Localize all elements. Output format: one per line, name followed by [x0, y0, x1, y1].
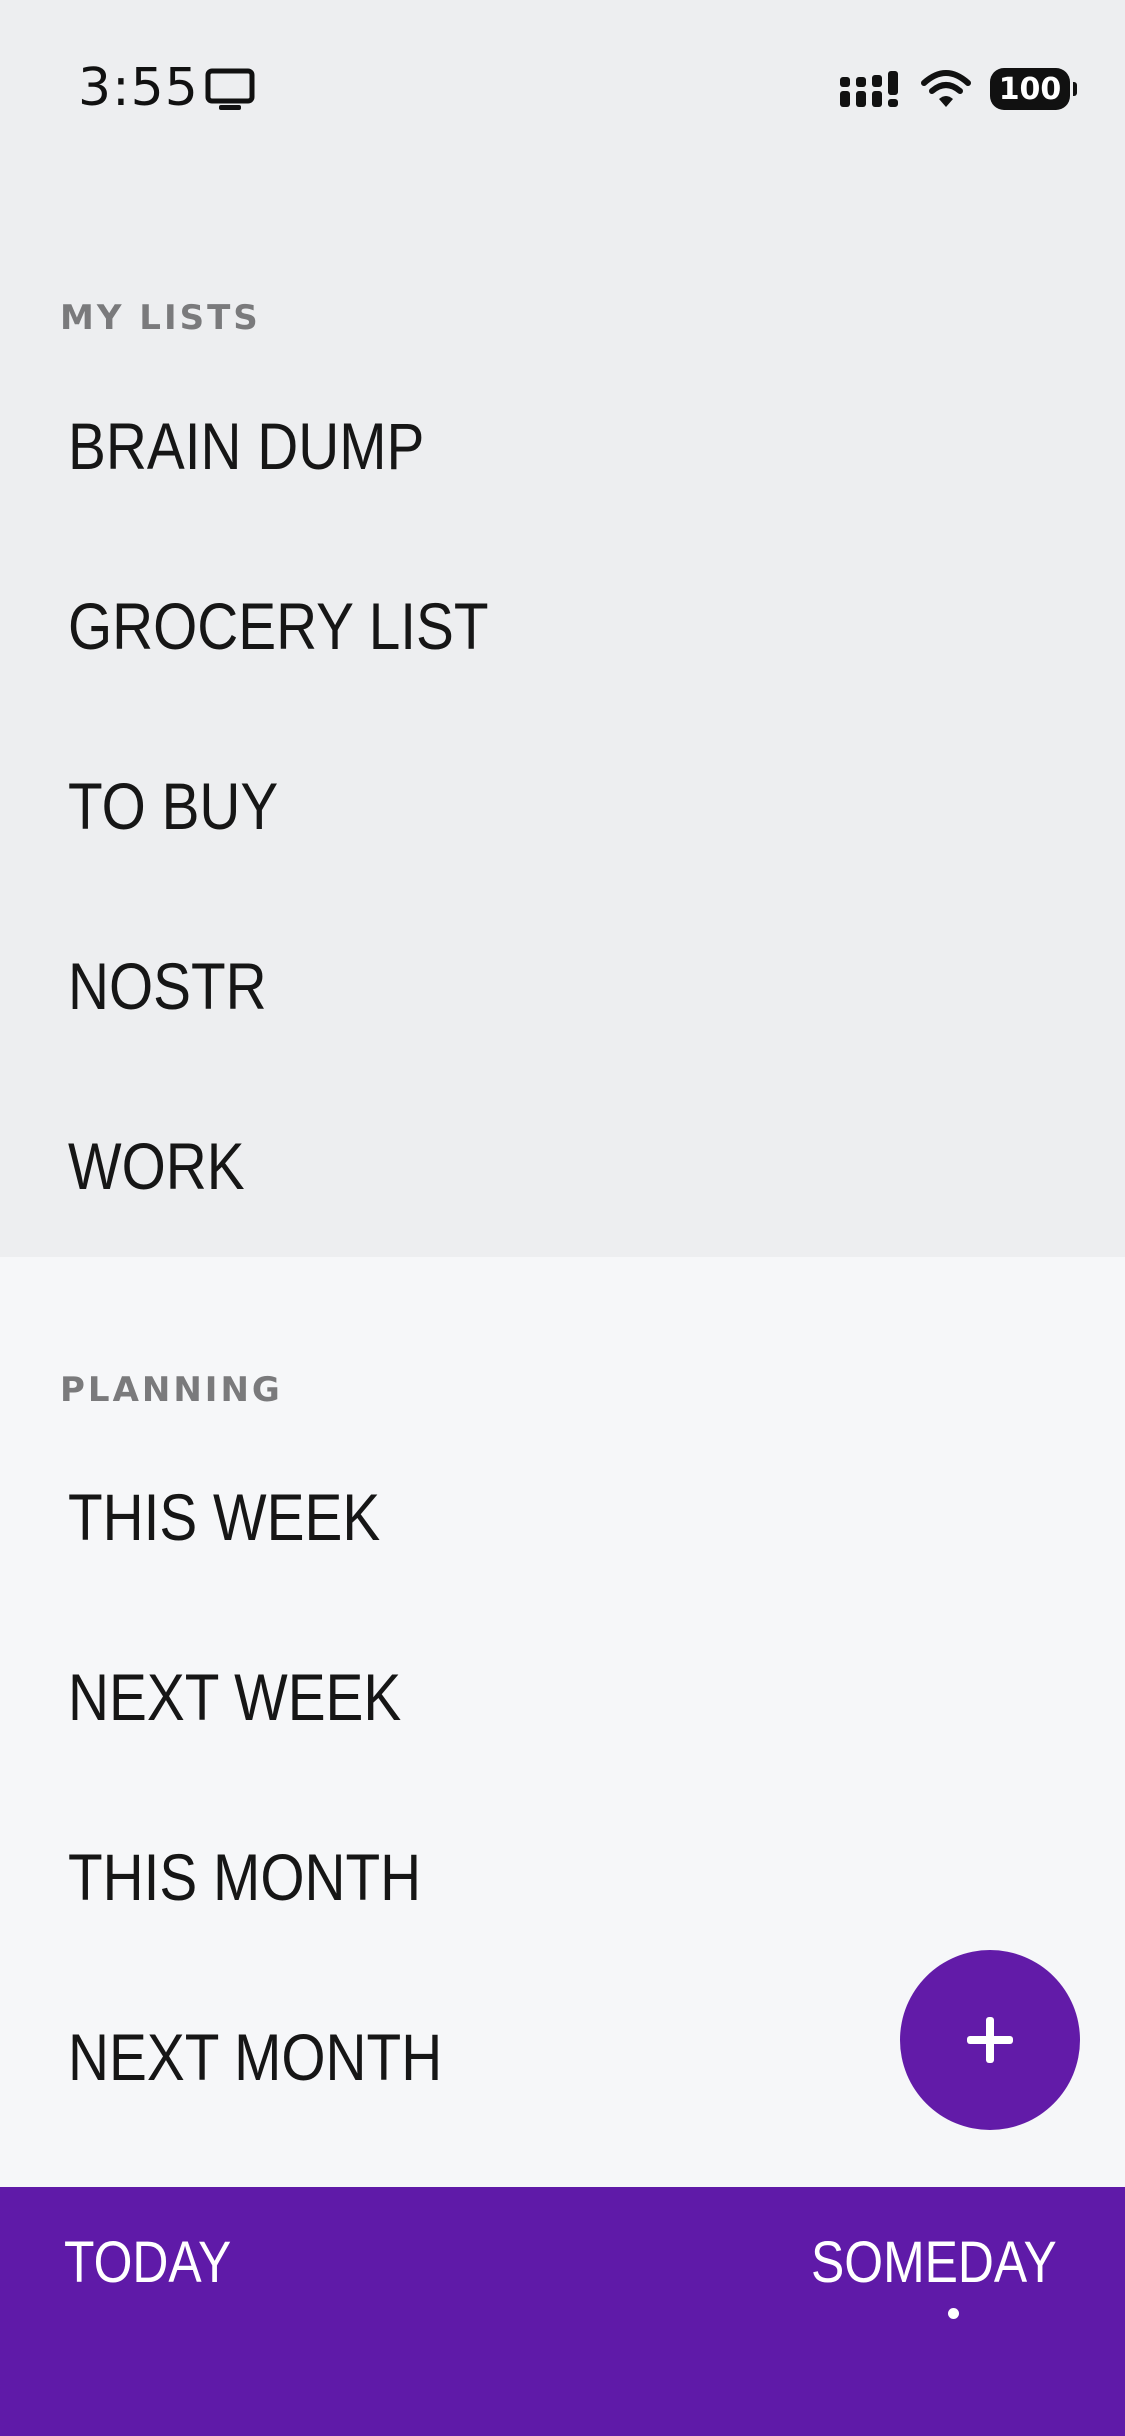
status-bar: 3:55 100 [0, 0, 1125, 180]
battery-icon: 100 [990, 68, 1077, 110]
bottom-nav: TODAY SOMEDAY [0, 2187, 1125, 2436]
cellular-signal-icon [840, 71, 898, 107]
list-item-brain-dump[interactable]: BRAIN DUMP [68, 413, 424, 479]
wifi-icon [921, 70, 971, 107]
list-item-next-month[interactable]: NEXT MONTH [68, 2024, 442, 2090]
list-item-grocery-list[interactable]: GROCERY LIST [68, 593, 489, 659]
screen-mirroring-icon [205, 68, 255, 110]
screen: 3:55 100 MY LISTS BRAIN DUMP GROCERY LIS… [0, 0, 1125, 2436]
tab-today[interactable]: TODAY [64, 2234, 231, 2292]
list-item-this-week[interactable]: THIS WEEK [68, 1484, 380, 1550]
list-item-nostr[interactable]: NOSTR [68, 953, 267, 1019]
my-lists-section: MY LISTS BRAIN DUMP GROCERY LIST TO BUY … [0, 180, 1125, 1257]
add-list-button[interactable] [900, 1950, 1080, 2130]
status-icons: 100 [840, 64, 1077, 114]
plus-icon [967, 2017, 1013, 2063]
list-item-work[interactable]: WORK [68, 1133, 245, 1199]
battery-level: 100 [998, 71, 1062, 107]
status-time: 3:55 [78, 58, 199, 118]
list-item-to-buy[interactable]: TO BUY [68, 773, 278, 839]
my-lists-header: MY LISTS [60, 298, 261, 338]
active-tab-indicator [948, 2308, 959, 2319]
list-item-this-month[interactable]: THIS MONTH [68, 1844, 421, 1910]
list-item-next-week[interactable]: NEXT WEEK [68, 1664, 401, 1730]
planning-header: PLANNING [60, 1370, 283, 1410]
tab-someday[interactable]: SOMEDAY [811, 2234, 1057, 2292]
